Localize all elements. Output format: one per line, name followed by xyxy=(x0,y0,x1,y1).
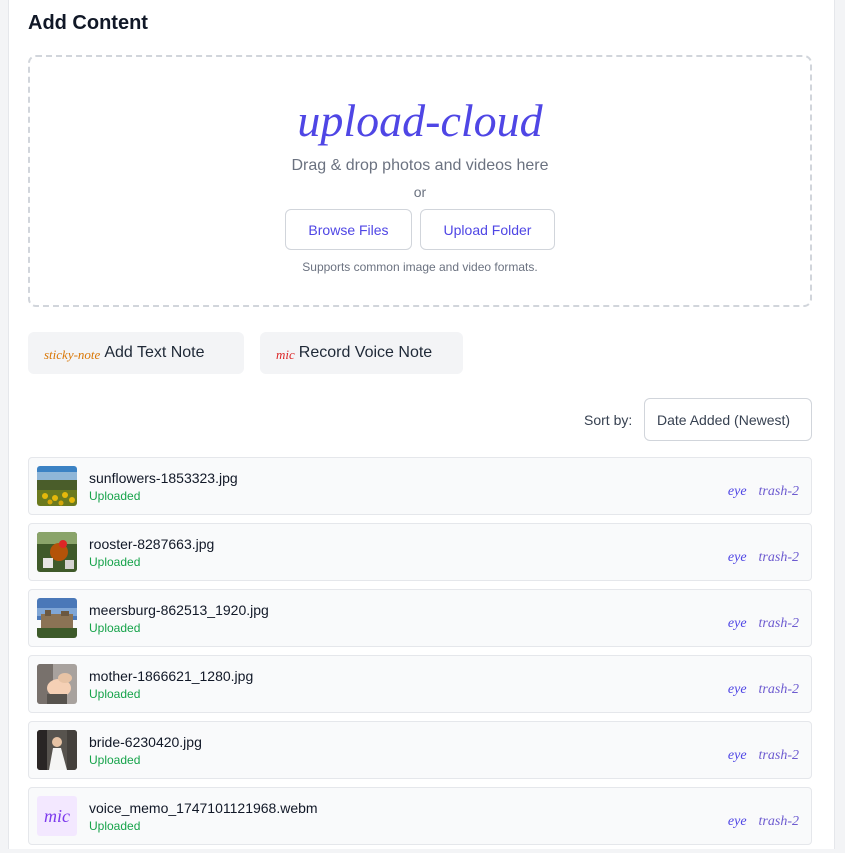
file-name: sunflowers-1853323.jpg xyxy=(89,470,238,486)
file-status: Uploaded xyxy=(89,621,141,635)
file-thumbnail xyxy=(37,532,77,572)
dropzone-instructions: Drag & drop photos and videos here xyxy=(291,157,549,174)
file-row: mic voice_memo_1747101121968.webm Upload… xyxy=(28,787,812,845)
file-actions: eye trash-2 xyxy=(728,682,799,698)
file-status: Uploaded xyxy=(89,819,141,833)
trash-icon[interactable]: trash-2 xyxy=(759,814,799,830)
file-status: Uploaded xyxy=(89,489,141,503)
file-thumbnail xyxy=(37,466,77,506)
sticky-note-icon: sticky-note xyxy=(44,346,101,362)
file-name: mother-1866621_1280.jpg xyxy=(89,668,254,684)
trash-icon[interactable]: trash-2 xyxy=(759,616,799,632)
upload-dropzone[interactable]: upload-cloud Drag & drop photos and vide… xyxy=(28,55,812,307)
supported-formats-note: Supports common image and video formats. xyxy=(302,260,538,274)
file-name: voice_memo_1747101121968.webm xyxy=(89,800,318,816)
add-text-note-button[interactable]: sticky-note Add Text Note xyxy=(28,332,244,374)
file-row: rooster-8287663.jpg Uploaded eye trash-2 xyxy=(28,523,812,581)
browse-files-button[interactable]: Browse Files xyxy=(285,209,412,250)
file-list: sunflowers-1853323.jpg Uploaded eye tras… xyxy=(28,457,812,853)
trash-icon[interactable]: trash-2 xyxy=(759,748,799,764)
trash-icon[interactable]: trash-2 xyxy=(759,484,799,500)
eye-icon[interactable]: eye xyxy=(728,814,747,830)
eye-icon[interactable]: eye xyxy=(728,616,747,632)
add-content-panel: Add Content upload-cloud Drag & drop pho… xyxy=(8,0,835,849)
file-row: sunflowers-1853323.jpg Uploaded eye tras… xyxy=(28,457,812,515)
eye-icon[interactable]: eye xyxy=(728,550,747,566)
file-thumbnail xyxy=(37,730,77,770)
file-actions: eye trash-2 xyxy=(728,748,799,764)
file-actions: eye trash-2 xyxy=(728,814,799,830)
record-voice-note-button[interactable]: mic Record Voice Note xyxy=(260,332,463,374)
sort-label: Sort by: xyxy=(584,412,633,428)
upload-cloud-icon: upload-cloud xyxy=(297,95,543,146)
file-status: Uploaded xyxy=(89,687,141,701)
file-status: Uploaded xyxy=(89,555,141,569)
mic-icon: mic xyxy=(37,796,77,836)
eye-icon[interactable]: eye xyxy=(728,484,747,500)
file-actions: eye trash-2 xyxy=(728,484,799,500)
mic-icon: mic xyxy=(276,346,295,362)
file-status: Uploaded xyxy=(89,753,141,767)
file-thumbnail xyxy=(37,598,77,638)
record-voice-note-label: Record Voice Note xyxy=(298,344,433,361)
file-row: mother-1866621_1280.jpg Uploaded eye tra… xyxy=(28,655,812,713)
file-name: bride-6230420.jpg xyxy=(89,734,202,750)
file-row: meersburg-862513_1920.jpg Uploaded eye t… xyxy=(28,589,812,647)
upload-folder-button[interactable]: Upload Folder xyxy=(420,209,555,250)
trash-icon[interactable]: trash-2 xyxy=(759,550,799,566)
sort-select[interactable]: Date Added (Newest) xyxy=(644,398,812,441)
add-text-note-label: Add Text Note xyxy=(104,344,205,361)
page-title: Add Content xyxy=(28,12,148,34)
file-thumbnail xyxy=(37,664,77,704)
eye-icon[interactable]: eye xyxy=(728,682,747,698)
trash-icon[interactable]: trash-2 xyxy=(759,682,799,698)
eye-icon[interactable]: eye xyxy=(728,748,747,764)
file-actions: eye trash-2 xyxy=(728,550,799,566)
file-row: bride-6230420.jpg Uploaded eye trash-2 xyxy=(28,721,812,779)
file-name: rooster-8287663.jpg xyxy=(89,536,215,552)
file-actions: eye trash-2 xyxy=(728,616,799,632)
file-name: meersburg-862513_1920.jpg xyxy=(89,602,269,618)
dropzone-or: or xyxy=(413,184,427,200)
